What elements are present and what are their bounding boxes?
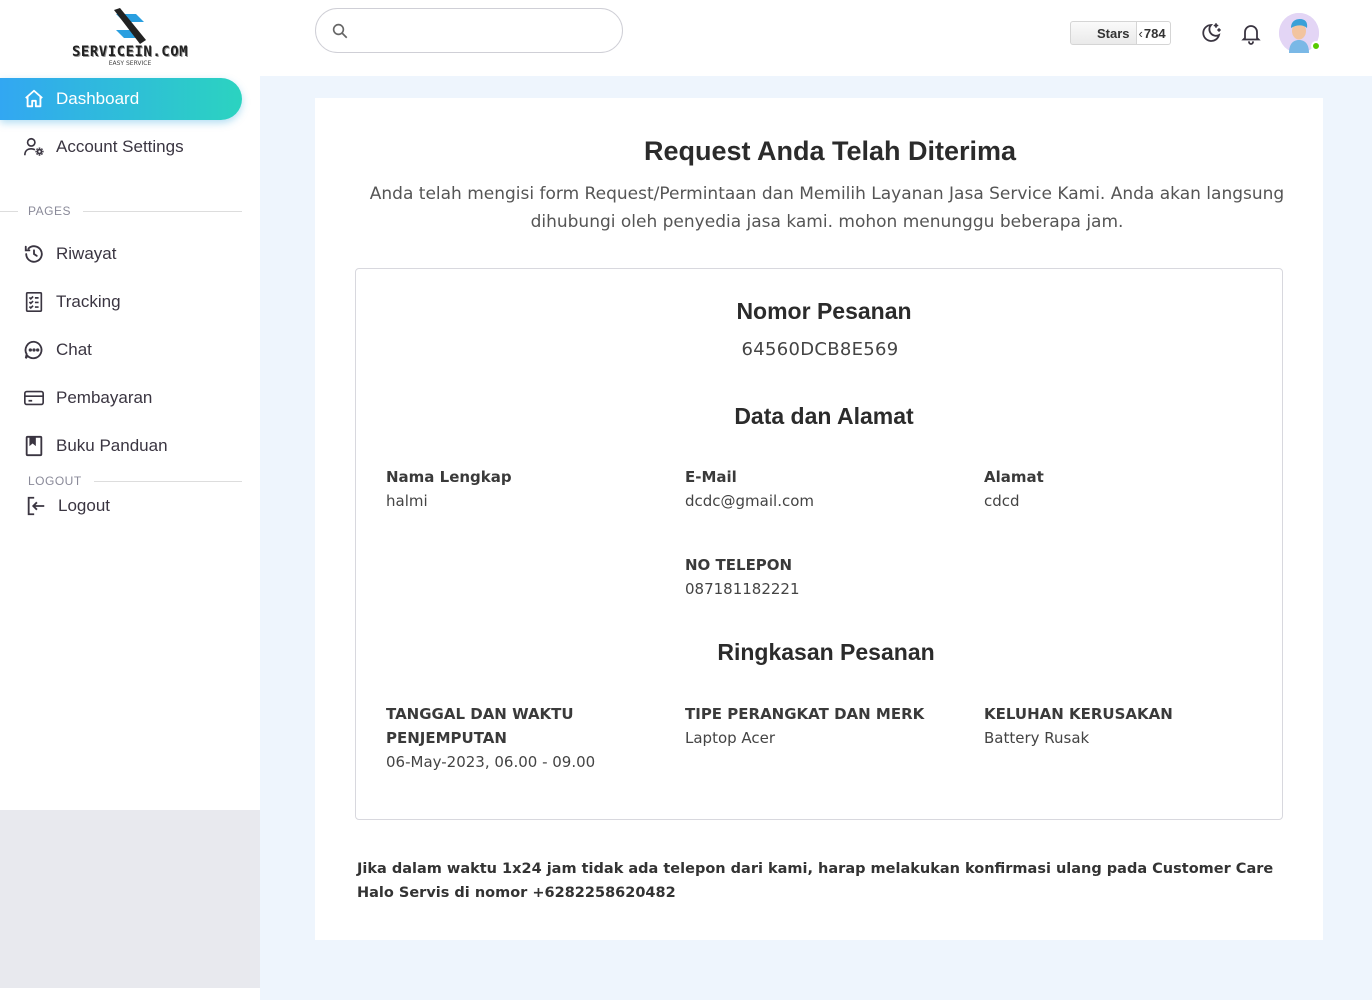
- page-title: Request Anda Telah Diterima: [643, 136, 1017, 166]
- logo-text: SERVICEIN.COM: [72, 44, 189, 60]
- moon-star-icon[interactable]: [1198, 20, 1224, 46]
- field-phone: NO TELEPON 087181182221: [685, 553, 945, 601]
- sidebar-item-label: Pembayaran: [56, 388, 153, 407]
- field-label: KELUHAN KERUSAKAN: [984, 705, 1173, 723]
- confirmation-note: Jika dalam waktu 1x24 jam tidak ada tele…: [357, 861, 1274, 901]
- checklist-icon: [22, 290, 46, 314]
- sidebar-item-riwayat[interactable]: Riwayat: [0, 233, 242, 275]
- sidebar-item-pembayaran[interactable]: Pembayaran: [0, 377, 242, 419]
- field-value: Laptop Acer: [685, 729, 776, 747]
- section-label-pages: PAGES: [0, 203, 242, 219]
- sidebar-item-label: Buku Panduan: [56, 436, 168, 455]
- sidebar-item-label: Chat: [56, 340, 92, 359]
- github-stars-widget[interactable]: Stars ‹ 784: [1070, 21, 1171, 45]
- sidebar-item-logout[interactable]: Logout: [0, 485, 242, 527]
- search-box[interactable]: [315, 8, 623, 53]
- confirmation-card: Request Anda Telah Diterima Anda telah m…: [315, 98, 1323, 940]
- field-label: E-Mail: [685, 468, 737, 486]
- field-label: NO TELEPON: [685, 556, 793, 574]
- field-label: Nama Lengkap: [386, 468, 512, 486]
- field-address: Alamat cdcd: [984, 465, 1244, 513]
- logo-subtext: EASY SERVICE: [108, 60, 152, 67]
- sidebar-item-buku-panduan[interactable]: Buku Panduan: [0, 425, 242, 467]
- field-value: 06-May-2023, 06.00 - 09.00: [386, 753, 596, 771]
- sidebar-item-label: Tracking: [56, 292, 121, 311]
- field-value: 087181182221: [685, 580, 800, 598]
- sidebar-item-dashboard[interactable]: Dashboard: [0, 78, 242, 120]
- logo-icon: [114, 8, 146, 44]
- order-number: 64560DCB8E569: [741, 339, 899, 360]
- stars-button[interactable]: Stars: [1070, 21, 1137, 45]
- stars-label: Stars: [1097, 25, 1130, 41]
- chat-icon: [22, 338, 46, 362]
- topbar: Stars ‹ 784: [260, 0, 1372, 76]
- field-label: TIPE PERANGKAT DAN MERK: [685, 705, 925, 723]
- sidebar-item-label: Dashboard: [56, 89, 140, 108]
- field-full-name: Nama Lengkap halmi: [386, 465, 646, 513]
- bell-icon[interactable]: [1238, 20, 1264, 46]
- data-address-heading: Data dan Alamat: [734, 403, 914, 429]
- online-status-dot: [1311, 41, 1321, 51]
- field-pickup-datetime: TANGGAL DAN WAKTU PENJEMPUTAN 06-May-202…: [386, 702, 626, 774]
- sidebar-item-chat[interactable]: Chat: [0, 329, 242, 371]
- order-summary-heading: Ringkasan Pesanan: [717, 639, 935, 665]
- field-value: cdcd: [984, 492, 1020, 510]
- sidebar-footer-area: [0, 810, 260, 988]
- field-damage-complaint: KELUHAN KERUSAKAN Battery Rusak: [984, 702, 1264, 750]
- sidebar-item-label: Account Settings: [56, 137, 184, 156]
- sidebar-item-account-settings[interactable]: Account Settings: [0, 126, 242, 168]
- sidebar: SERVICEIN.COM EASY SERVICE Dashboard Acc…: [0, 0, 260, 1000]
- search-input[interactable]: [357, 9, 622, 52]
- user-cog-icon: [22, 135, 46, 159]
- sidebar-item-label: Logout: [58, 496, 110, 515]
- field-value: halmi: [386, 492, 428, 510]
- sidebar-item-tracking[interactable]: Tracking: [0, 281, 242, 323]
- sidebar-item-label: Riwayat: [56, 244, 117, 263]
- field-device-type: TIPE PERANGKAT DAN MERK Laptop Acer: [685, 702, 975, 750]
- order-details-box: Nomor Pesanan 64560DCB8E569 Data dan Ala…: [355, 268, 1283, 820]
- book-icon: [22, 434, 46, 458]
- home-icon: [22, 87, 46, 111]
- stars-count[interactable]: ‹ 784: [1136, 21, 1171, 45]
- history-icon: [22, 242, 46, 266]
- field-label: Alamat: [984, 468, 1044, 486]
- page-description: Anda telah mengisi form Request/Perminta…: [369, 184, 1285, 232]
- field-value: Battery Rusak: [984, 729, 1090, 747]
- logout-icon: [24, 494, 48, 518]
- credit-card-icon: [22, 386, 46, 410]
- field-value: dcdc@gmail.com: [685, 492, 815, 510]
- field-email: E-Mail dcdc@gmail.com: [685, 465, 945, 513]
- avatar[interactable]: [1279, 13, 1321, 53]
- order-number-heading: Nomor Pesanan: [736, 298, 912, 324]
- search-icon: [331, 22, 349, 40]
- brand-logo[interactable]: SERVICEIN.COM EASY SERVICE: [72, 6, 188, 72]
- field-label: TANGGAL DAN WAKTU PENJEMPUTAN: [386, 705, 574, 747]
